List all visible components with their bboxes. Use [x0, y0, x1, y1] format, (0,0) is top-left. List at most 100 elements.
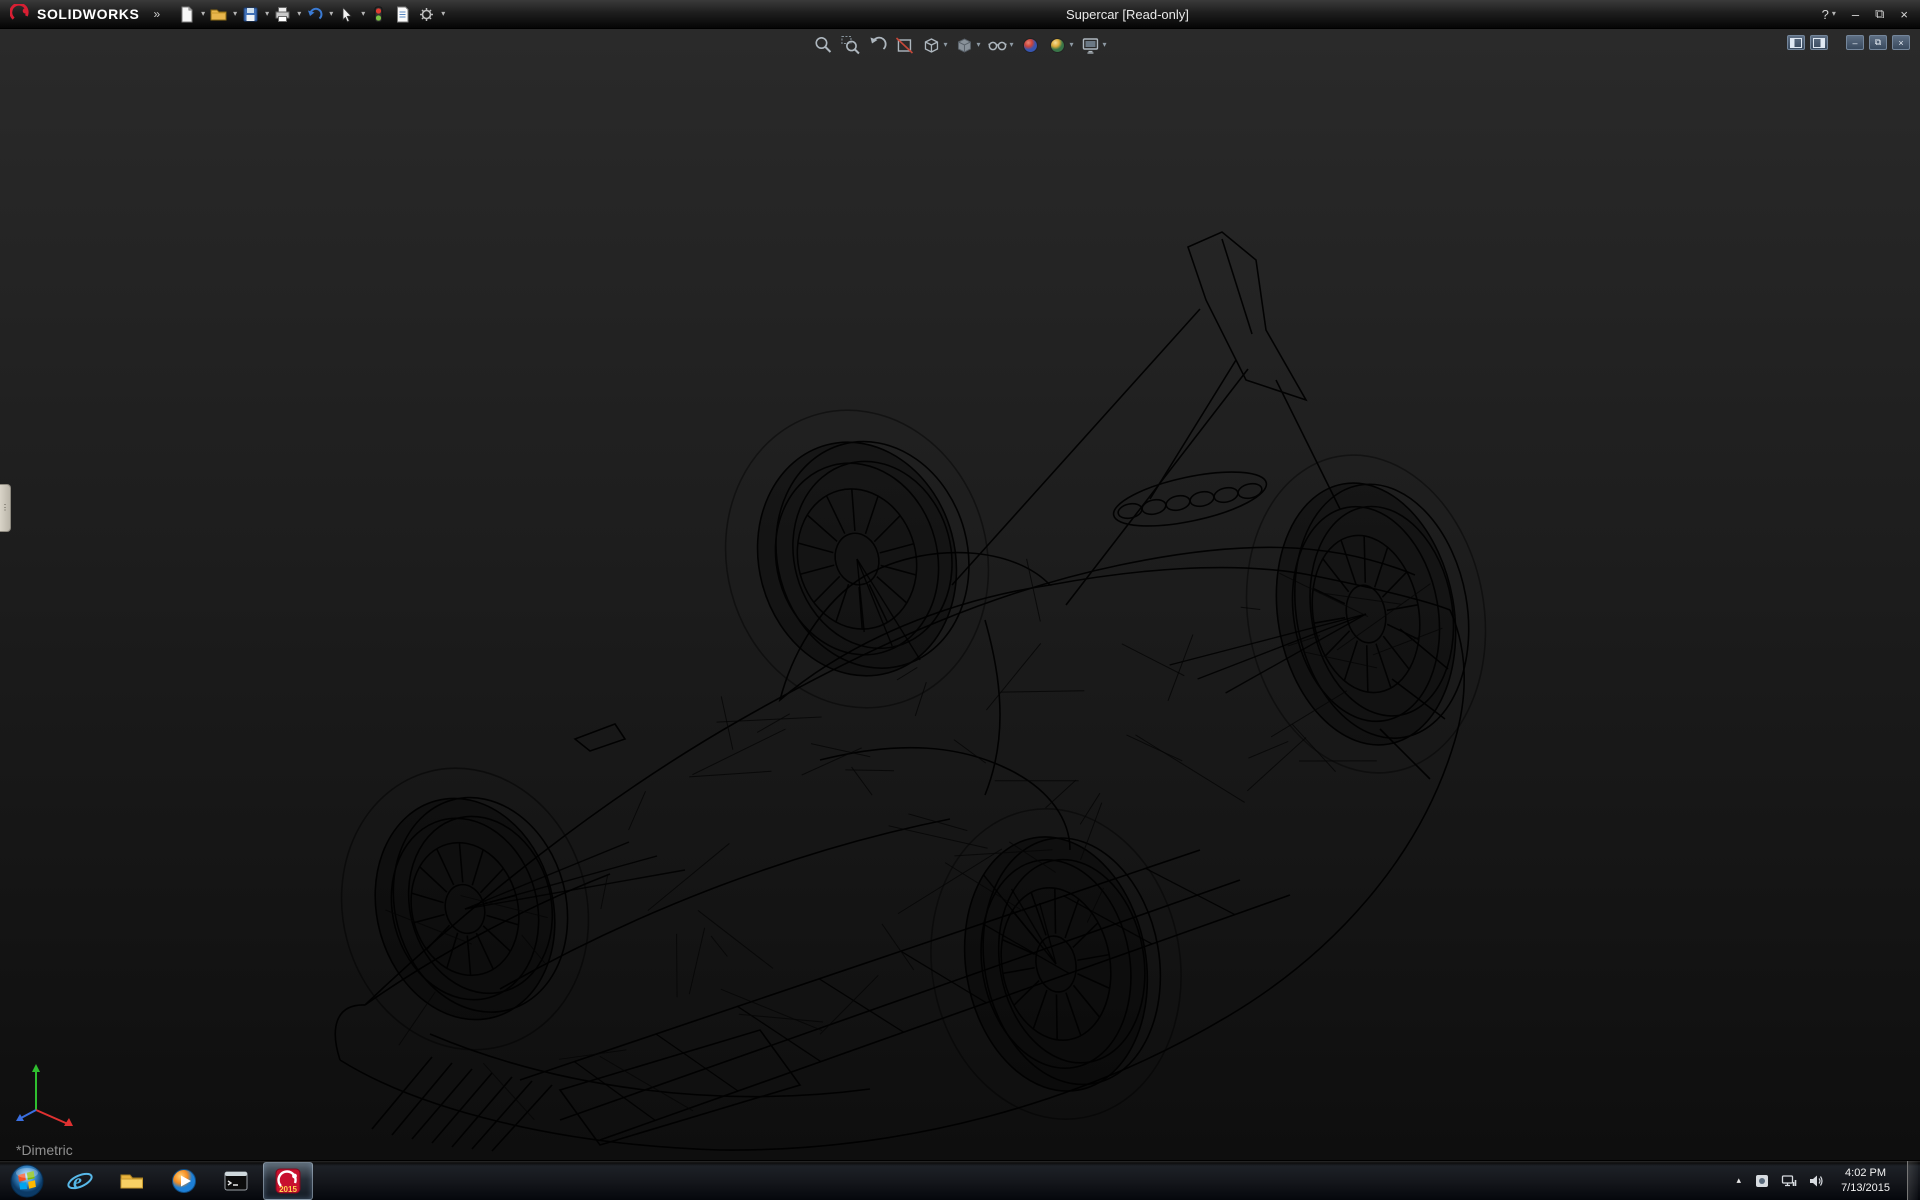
taskbar-item-internet-explorer[interactable]: e: [55, 1162, 105, 1200]
doc-close-button[interactable]: ×: [1892, 35, 1910, 50]
view-settings-caret[interactable]: ▾: [1103, 41, 1107, 49]
file-properties-button[interactable]: [392, 4, 413, 25]
app-name: SOLIDWORKS: [37, 6, 139, 22]
file-properties-icon: [394, 6, 411, 23]
show-hidden-icons-button[interactable]: ▴: [1735, 1175, 1744, 1186]
open-folder-icon: [210, 6, 227, 23]
car-wireframe: [0, 29, 1920, 1160]
doc-minimize-button[interactable]: –: [1846, 35, 1864, 50]
display-style-caret[interactable]: ▾: [976, 41, 980, 49]
open-caret[interactable]: ▾: [233, 10, 237, 18]
internet-explorer-icon: e: [66, 1167, 94, 1195]
hide-show-items-button[interactable]: ▾: [986, 34, 1014, 56]
taskbar-item-solidworks-2015[interactable]: 2015: [263, 1162, 313, 1200]
undo-caret[interactable]: ▾: [329, 10, 333, 18]
tray-app-icon[interactable]: [1754, 1173, 1770, 1189]
zoom-to-fit-button[interactable]: [812, 34, 834, 56]
folder-icon: [118, 1167, 146, 1195]
undo-button[interactable]: [304, 4, 325, 25]
command-prompt-icon: [222, 1167, 250, 1195]
save-caret[interactable]: ▾: [265, 10, 269, 18]
graphics-viewport[interactable]: ▾ ▾ ▾ ▾ ▾: [0, 29, 1920, 1160]
save-button[interactable]: [240, 4, 261, 25]
options-button[interactable]: [416, 4, 437, 25]
titlebar: SOLIDWORKS » ▾ ▾ ▾ ▾ ▾ ▾: [0, 0, 1920, 29]
view-orientation-caret[interactable]: ▾: [943, 41, 947, 49]
display-style-button[interactable]: ▾: [953, 34, 981, 56]
taskbar-item-command-prompt[interactable]: [211, 1162, 261, 1200]
new-document-icon: [178, 6, 195, 23]
show-feature-pane-button[interactable]: [1787, 35, 1805, 50]
previous-view-button[interactable]: [866, 34, 888, 56]
new-document-button[interactable]: [176, 4, 197, 25]
quick-access-toolbar: ▾ ▾ ▾ ▾ ▾ ▾ ▾: [176, 4, 445, 25]
view-settings-icon: [1081, 35, 1101, 55]
print-icon: [274, 6, 291, 23]
reference-triad: [12, 1054, 92, 1132]
clock-time: 4:02 PM: [1841, 1166, 1890, 1180]
show-display-pane-button[interactable]: [1810, 35, 1828, 50]
feature-pane-icon: [1790, 38, 1802, 48]
taskbar-item-windows-explorer[interactable]: [107, 1162, 157, 1200]
help-button[interactable]: ?▾: [1822, 7, 1836, 22]
undo-icon: [306, 6, 323, 23]
volume-icon[interactable]: [1808, 1173, 1824, 1189]
edit-appearance-ball-icon: [1021, 35, 1041, 55]
open-button[interactable]: [208, 4, 229, 25]
document-title: Supercar [Read-only]: [445, 7, 1809, 22]
taskbar-item-media-player[interactable]: [159, 1162, 209, 1200]
doc-restore-button[interactable]: ⧉: [1869, 35, 1887, 50]
new-caret[interactable]: ▾: [201, 10, 205, 18]
zoom-to-fit-icon: [813, 35, 833, 55]
display-pane-icon: [1813, 38, 1825, 48]
zoom-to-area-button[interactable]: [839, 34, 861, 56]
window-controls: ?▾ – ⧉ ×: [1810, 6, 1920, 22]
section-view-icon: [894, 35, 914, 55]
apply-scene-caret[interactable]: ▾: [1070, 41, 1074, 49]
section-view-button[interactable]: [893, 34, 915, 56]
display-style-cube-icon: [954, 35, 974, 55]
show-desktop-button[interactable]: [1907, 1161, 1918, 1200]
hide-show-caret[interactable]: ▾: [1009, 41, 1013, 49]
document-window-controls: – ⧉ ×: [1787, 35, 1910, 50]
print-button[interactable]: [272, 4, 293, 25]
taskbar: e: [0, 1160, 1920, 1200]
network-icon[interactable]: [1781, 1173, 1797, 1189]
close-button[interactable]: ×: [1900, 7, 1908, 22]
system-tray: ▴ 4:02 PM 7/13/2015: [1735, 1161, 1920, 1200]
apply-scene-ball-icon: [1048, 35, 1068, 55]
handle-dots: ⋮: [1, 505, 9, 511]
solidworks-window: SOLIDWORKS » ▾ ▾ ▾ ▾ ▾ ▾: [0, 0, 1920, 1200]
solidworks-logo-icon: [10, 4, 30, 24]
feature-panel-handle[interactable]: ⋮: [0, 484, 11, 532]
apply-scene-button[interactable]: ▾: [1047, 34, 1075, 56]
view-settings-button[interactable]: ▾: [1080, 34, 1108, 56]
solidworks-logo: SOLIDWORKS: [0, 0, 147, 28]
start-orb-icon: [9, 1163, 45, 1199]
minimize-button[interactable]: –: [1852, 7, 1859, 22]
print-caret[interactable]: ▾: [297, 10, 301, 18]
svg-text:e: e: [73, 1171, 82, 1193]
zoom-to-area-icon: [840, 35, 860, 55]
maximize-button[interactable]: ⧉: [1875, 6, 1884, 22]
previous-view-icon: [867, 35, 887, 55]
select-cursor-icon: [338, 6, 355, 23]
select-button[interactable]: [336, 4, 357, 25]
media-player-icon: [170, 1167, 198, 1195]
select-caret[interactable]: ▾: [361, 10, 365, 18]
rebuild-button[interactable]: [368, 4, 389, 25]
view-orientation-button[interactable]: ▾: [920, 34, 948, 56]
view-orientation-cube-icon: [921, 35, 941, 55]
rebuild-icon: [370, 6, 387, 23]
options-gear-icon: [418, 6, 435, 23]
menu-expand-arrow[interactable]: »: [147, 7, 166, 21]
edit-appearance-button[interactable]: [1020, 34, 1042, 56]
sw-version-badge: 2015: [279, 1185, 297, 1194]
view-orientation-label: *Dimetric: [16, 1142, 73, 1158]
hide-show-glasses-icon: [987, 35, 1007, 55]
clock-date: 7/13/2015: [1841, 1181, 1890, 1195]
headsup-view-toolbar: ▾ ▾ ▾ ▾ ▾: [806, 32, 1113, 58]
save-icon: [242, 6, 259, 23]
start-button[interactable]: [0, 1161, 54, 1200]
taskbar-clock[interactable]: 4:02 PM 7/13/2015: [1835, 1166, 1896, 1195]
